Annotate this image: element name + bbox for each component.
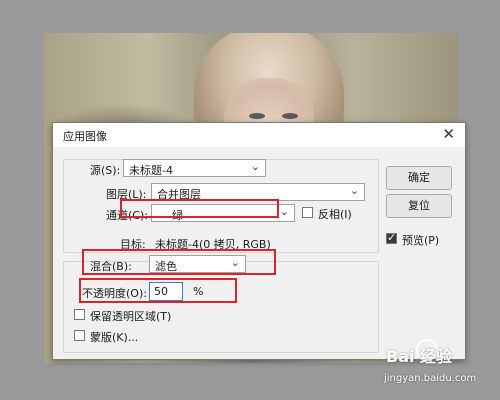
photo-left-eye	[249, 113, 265, 119]
preserve-transparency-checkbox[interactable]	[74, 309, 85, 320]
checkmark-icon: ✓	[387, 231, 397, 244]
opacity-highlight-box	[79, 278, 237, 303]
mask-label[interactable]: 蒙版(K)...	[90, 329, 138, 345]
preserve-transparency-label: 保留透明区域(T)	[90, 310, 172, 323]
channel-highlight-box	[120, 199, 279, 218]
mask-checkbox[interactable]	[74, 330, 85, 341]
chevron-down-icon: ⌄	[250, 160, 260, 173]
invert-label: 反相(I)	[318, 208, 352, 221]
source-select[interactable]: 未标题-4 ⌄	[123, 159, 266, 177]
blend-highlight-box	[82, 249, 276, 275]
invert-checkbox[interactable]	[302, 207, 313, 218]
dialog-title: 应用图像	[63, 130, 107, 143]
close-icon[interactable]: ✕	[442, 125, 455, 143]
apply-image-dialog: 应用图像 ✕ 源(S): 未标题-4 ⌄ 图层(L): 合并图层 ⌄ 通道(C)…	[52, 122, 466, 360]
chevron-down-icon: ⌄	[279, 205, 289, 218]
photo-right-eye	[282, 113, 298, 119]
watermark-brand: Bai 经验	[386, 347, 453, 366]
ok-button[interactable]: 确定	[386, 166, 452, 190]
dialog-titlebar: 应用图像 ✕	[53, 123, 465, 147]
chevron-down-icon: ⌄	[349, 184, 359, 197]
watermark-url: jingyan.baidu.com	[384, 373, 477, 384]
source-label: 源(S):	[90, 164, 121, 177]
source-select-value: 未标题-4	[129, 164, 173, 177]
preview-checkbox[interactable]: ✓	[386, 231, 397, 244]
preview-label: 预览(P)	[402, 234, 440, 247]
reset-button[interactable]: 复位	[386, 194, 452, 218]
